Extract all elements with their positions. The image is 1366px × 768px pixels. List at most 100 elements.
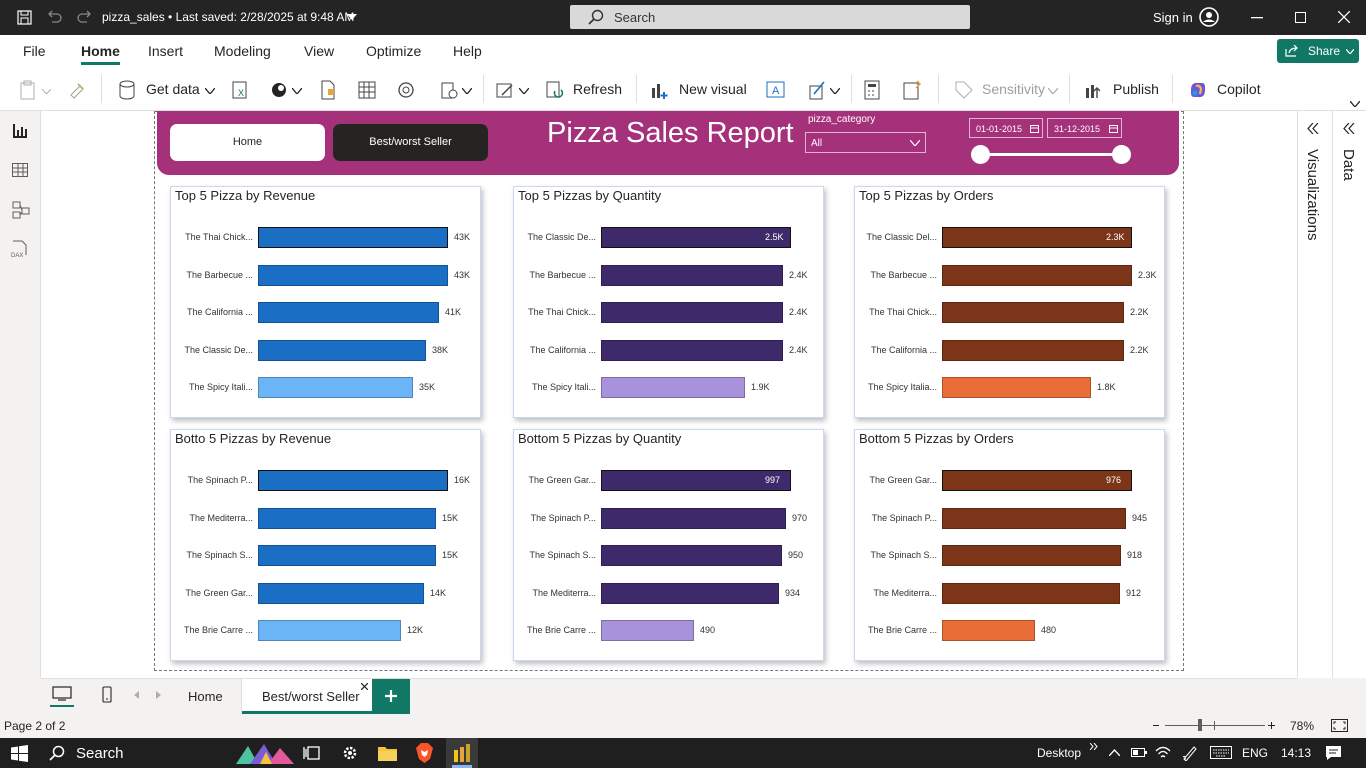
menu-modeling[interactable]: Modeling [214, 43, 271, 59]
bar[interactable] [942, 507, 1126, 529]
more-visuals-icon[interactable] [808, 80, 828, 100]
bar[interactable] [942, 470, 1132, 491]
wifi-icon[interactable] [1155, 746, 1171, 760]
bar[interactable] [258, 582, 424, 604]
taskbar-search[interactable]: Search [76, 745, 124, 762]
date-range-end-handle[interactable] [1112, 145, 1131, 164]
bar[interactable] [601, 620, 694, 641]
windows-start-icon[interactable] [11, 745, 28, 762]
model-view-icon[interactable] [12, 201, 30, 219]
close-tab-icon[interactable] [361, 683, 368, 690]
bar[interactable] [258, 620, 401, 641]
get-data-button[interactable]: Get data [146, 81, 200, 97]
tab-bestworst[interactable]: Best/worst Seller [242, 679, 372, 714]
date-range-start-handle[interactable] [971, 145, 990, 164]
new-visual-button[interactable]: New visual [679, 81, 747, 97]
chevron-down-icon[interactable] [347, 14, 357, 20]
data-pane-tab[interactable]: Data [1340, 149, 1357, 181]
chevron-down-icon[interactable] [205, 88, 215, 94]
date-end-input[interactable]: 31-12-2015 [1047, 118, 1122, 138]
bar[interactable] [258, 302, 439, 323]
bar[interactable] [942, 339, 1124, 361]
brave-browser-icon[interactable] [416, 743, 433, 763]
chart-panel[interactable]: Top 5 Pizzas by Quantity The Classic De.… [513, 186, 824, 418]
publish-button[interactable]: Publish [1113, 81, 1159, 97]
search-icon[interactable] [49, 745, 65, 761]
recent-sources-icon[interactable] [440, 80, 458, 100]
expand-visualizations-icon[interactable] [1307, 123, 1319, 134]
bar[interactable] [942, 620, 1035, 641]
zoom-out-icon[interactable] [1153, 725, 1159, 727]
bar[interactable] [601, 470, 791, 491]
expand-data-icon[interactable] [1343, 123, 1355, 134]
redo-icon[interactable] [77, 10, 93, 24]
bar[interactable] [601, 302, 783, 323]
bar[interactable] [601, 339, 783, 361]
chart-panel[interactable]: Botto 5 Pizzas by Revenue The Spinach P.… [170, 429, 481, 661]
text-box-icon[interactable]: A [766, 81, 785, 98]
chart-panel[interactable]: Bottom 5 Pizzas by Orders The Green Gar.… [854, 429, 1165, 661]
chevron-down-icon[interactable] [1048, 88, 1058, 94]
bar[interactable] [258, 507, 436, 529]
nav-bestworst-button[interactable]: Best/worst Seller [333, 124, 488, 161]
search-input[interactable]: Search [570, 5, 970, 29]
sign-in-link[interactable]: Sign in [1153, 10, 1193, 25]
bar[interactable] [601, 227, 791, 248]
desktop-label[interactable]: Desktop [1037, 746, 1081, 760]
keyboard-icon[interactable] [1210, 746, 1232, 759]
visualizations-pane-tab[interactable]: Visualizations [1304, 149, 1321, 240]
chevron-down-icon[interactable] [42, 89, 51, 94]
menu-file[interactable]: File [23, 43, 46, 59]
copilot-button[interactable]: Copilot [1217, 81, 1261, 97]
bar[interactable] [258, 545, 436, 566]
new-measure-icon[interactable] [864, 80, 880, 100]
bar[interactable] [942, 377, 1091, 398]
bar[interactable] [942, 302, 1124, 323]
refresh-button[interactable]: Refresh [573, 81, 622, 97]
zoom-slider-thumb[interactable] [1198, 719, 1202, 731]
fit-to-page-icon[interactable] [1331, 719, 1348, 732]
zoom-in-icon[interactable] [1268, 722, 1275, 729]
prev-page-icon[interactable] [134, 691, 139, 699]
bar[interactable] [942, 582, 1120, 604]
bar[interactable] [601, 264, 783, 286]
taskbar-powerbi-active[interactable] [446, 738, 478, 768]
nav-home-button[interactable]: Home [170, 124, 325, 161]
add-page-button[interactable] [372, 679, 410, 714]
chevron-down-icon[interactable] [830, 88, 840, 94]
bar[interactable] [601, 545, 782, 566]
menu-view[interactable]: View [304, 43, 334, 59]
bar[interactable] [258, 377, 413, 398]
widgets-mountains-icon[interactable] [236, 742, 294, 764]
notifications-icon[interactable] [1325, 745, 1342, 761]
chart-panel[interactable]: Top 5 Pizza by Revenue The Thai Chick...… [170, 186, 481, 418]
quick-measure-icon[interactable] [902, 80, 922, 100]
settings-gear-icon[interactable] [342, 745, 358, 761]
pen-icon[interactable] [1182, 745, 1198, 761]
next-page-icon[interactable] [156, 691, 161, 699]
bar[interactable] [601, 377, 745, 398]
enter-data-icon[interactable] [358, 81, 376, 99]
menu-optimize[interactable]: Optimize [366, 43, 421, 59]
zoom-slider[interactable] [1165, 725, 1265, 726]
bar[interactable] [942, 264, 1132, 286]
collapse-ribbon-icon[interactable] [1350, 101, 1360, 107]
sensitivity-button[interactable]: Sensitivity [982, 81, 1045, 97]
menu-help[interactable]: Help [453, 43, 482, 59]
file-explorer-icon[interactable] [378, 745, 397, 761]
onelake-icon[interactable] [319, 80, 337, 100]
minimize-icon[interactable] [1251, 17, 1263, 19]
date-start-input[interactable]: 01-01-2015 [969, 118, 1043, 138]
close-icon[interactable] [1338, 11, 1350, 23]
transform-data-icon[interactable] [496, 81, 514, 99]
dax-query-view-icon[interactable]: DAX [11, 240, 29, 258]
clock[interactable]: 14:13 [1281, 746, 1311, 760]
bar[interactable] [258, 339, 426, 361]
bar[interactable] [942, 227, 1132, 248]
bar[interactable] [258, 227, 448, 248]
dataverse-icon[interactable] [270, 81, 288, 99]
user-avatar-icon[interactable] [1199, 7, 1219, 27]
bar[interactable] [258, 264, 448, 286]
chevron-down-icon[interactable] [292, 88, 302, 94]
language-indicator[interactable]: ENG [1242, 746, 1268, 760]
